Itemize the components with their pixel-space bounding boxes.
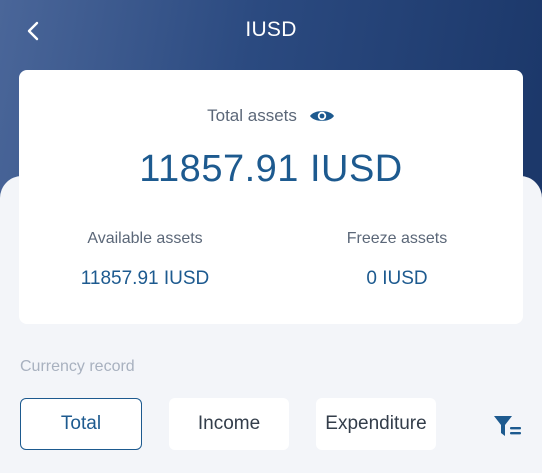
- total-assets-row: Total assets: [19, 106, 523, 126]
- available-assets-value: 11857.91 IUSD: [80, 268, 210, 289]
- available-assets: Available assets 11857.91 IUSD: [19, 230, 271, 290]
- freeze-assets-label: Freeze assets: [346, 230, 448, 247]
- filter-icon: [494, 416, 521, 436]
- tab-income-label: Income: [197, 413, 261, 434]
- tab-expenditure[interactable]: Expenditure: [316, 398, 436, 450]
- tab-total-label: Total: [60, 413, 102, 434]
- freeze-assets: Freeze assets 0 IUSD: [271, 230, 523, 290]
- tab-total[interactable]: Total: [20, 398, 142, 450]
- total-assets-value: 11857.91 IUSD: [139, 148, 403, 190]
- toggle-visibility-button[interactable]: [309, 107, 335, 125]
- total-assets-label: Total assets: [207, 106, 297, 125]
- assets-card: Total assets 11857.91 IUSD Available ass…: [19, 70, 523, 324]
- top-bar: IUSD: [0, 0, 542, 64]
- tab-expenditure-label: Expenditure: [325, 413, 427, 434]
- currency-record-label: Currency record: [20, 358, 135, 375]
- tab-income[interactable]: Income: [169, 398, 289, 450]
- filter-button[interactable]: [493, 414, 523, 440]
- freeze-assets-value: 0 IUSD: [366, 268, 428, 289]
- eye-icon: [309, 111, 334, 121]
- available-assets-label: Available assets: [87, 230, 203, 247]
- page-title: IUSD: [245, 18, 297, 41]
